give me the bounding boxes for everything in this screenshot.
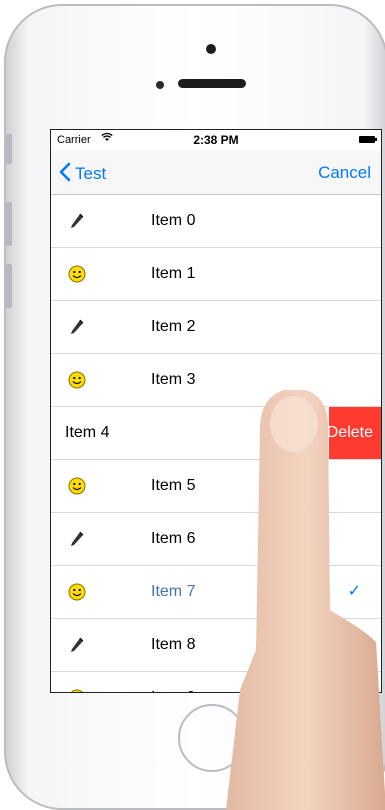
- speaker-grille: [178, 79, 246, 88]
- pencil-icon: [67, 317, 87, 337]
- row-label: Item 5: [151, 477, 196, 494]
- smiley-icon: [67, 370, 87, 390]
- row-label: Item 8: [151, 636, 196, 653]
- row-label: Item 7: [151, 583, 196, 600]
- smiley-icon: [67, 264, 87, 284]
- status-bar: Carrier 2:38 PM: [51, 130, 381, 150]
- row-label: Item 1: [151, 265, 196, 282]
- battery-icon: [359, 136, 377, 143]
- volume-up-button: [6, 202, 12, 246]
- volume-down-button: [6, 264, 12, 308]
- chevron-left-icon: [59, 162, 71, 186]
- pencil-icon: [67, 529, 87, 549]
- table-row[interactable]: Item 2: [51, 301, 381, 354]
- row-label: Item 3: [151, 371, 196, 388]
- table-row[interactable]: Item 1: [51, 248, 381, 301]
- pencil-icon: [67, 211, 87, 231]
- finger-image: [226, 390, 385, 810]
- cancel-button[interactable]: Cancel: [318, 163, 371, 183]
- mute-switch: [6, 134, 12, 164]
- camera-icon: [206, 44, 216, 54]
- pencil-icon: [67, 635, 87, 655]
- row-label: Item 2: [151, 318, 196, 335]
- sensor-icon: [156, 81, 164, 89]
- clock: 2:38 PM: [193, 133, 239, 147]
- smiley-icon: [67, 582, 87, 602]
- back-label: Test: [75, 164, 107, 183]
- row-label: Item 6: [151, 530, 196, 547]
- navigation-bar: Test Cancel: [51, 150, 381, 195]
- smiley-icon: [67, 688, 87, 692]
- back-button[interactable]: Test: [59, 162, 106, 186]
- table-row[interactable]: Item 0: [51, 195, 381, 248]
- smiley-icon: [67, 476, 87, 496]
- row-label: Item 4: [65, 424, 110, 441]
- row-label: Item 9: [151, 689, 195, 692]
- row-label: Item 0: [151, 212, 196, 229]
